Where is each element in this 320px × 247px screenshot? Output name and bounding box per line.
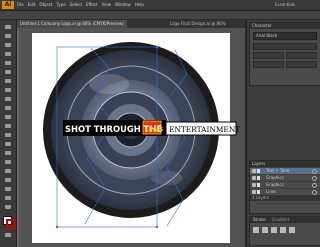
cap-square-icon[interactable] <box>271 227 277 233</box>
line-tool-icon[interactable] <box>4 60 12 66</box>
rotate-tool-icon[interactable] <box>4 105 12 111</box>
anchor-point-1[interactable] <box>155 45 159 49</box>
leading-field[interactable] <box>286 52 317 59</box>
tab-stroke[interactable]: Stroke <box>250 217 269 223</box>
pencil-tool-icon[interactable] <box>4 87 12 93</box>
vertical-ruler <box>17 28 19 247</box>
layer-row[interactable]: Lines <box>250 188 320 195</box>
menu-items: File Edit Object Type Select Effect View… <box>17 2 144 7</box>
logo-text-right: ENTERTAINMENT <box>169 125 240 134</box>
stroke-options-row <box>253 227 317 233</box>
logo-text-center: LENS <box>145 126 164 134</box>
layer-thumb-icon <box>257 176 260 180</box>
fill-stroke-swatch[interactable] <box>3 216 16 229</box>
eye-icon[interactable] <box>252 169 256 173</box>
layers-footer: 4 Layers <box>250 195 320 201</box>
character-panel-title: Character <box>250 23 320 29</box>
stroke-swatch[interactable] <box>6 219 16 229</box>
anchor-point-2[interactable] <box>55 225 59 229</box>
layer-label: Graphics <box>266 175 284 180</box>
menu-bar: Ai File Edit Object Type Select Effect V… <box>0 0 320 11</box>
layer-label: Text + Tone <box>266 168 290 173</box>
shape-builder-tool-icon[interactable] <box>4 141 12 147</box>
workspace-switcher[interactable]: Essentials <box>275 2 295 7</box>
menu-select[interactable]: Select <box>70 2 82 7</box>
font-size-field[interactable] <box>253 52 284 59</box>
rectangle-tool-icon[interactable] <box>4 69 12 75</box>
scale-tool-icon[interactable] <box>4 114 12 120</box>
tools-panel <box>0 20 17 247</box>
graph-tool-icon[interactable] <box>4 204 12 210</box>
screen-mode-icon[interactable] <box>4 232 12 238</box>
mesh-tool-icon[interactable] <box>4 159 12 165</box>
app-logo: Ai <box>2 1 14 9</box>
anchor-point-3[interactable] <box>155 225 159 229</box>
menu-object[interactable]: Object <box>39 2 52 7</box>
direct-selection-tool-icon[interactable] <box>4 33 12 39</box>
layer-thumb-icon <box>257 190 260 194</box>
layer-row[interactable]: Text + Tone <box>250 167 320 174</box>
document-tabs: Untitled-1 Company Logo.ai @ 86% (CMYK/P… <box>17 20 245 28</box>
logo-artwork[interactable]: SHOT THROUGH THE LENS ENTERTAINMENT <box>17 28 245 247</box>
layer-label: Graphics <box>266 182 284 187</box>
blend-tool-icon[interactable] <box>4 186 12 192</box>
lens-highlight-2 <box>151 171 183 185</box>
menu-file[interactable]: File <box>17 2 24 7</box>
layer-row[interactable]: Graphics <box>250 181 320 188</box>
menu-edit[interactable]: Edit <box>28 2 36 7</box>
perspective-grid-tool-icon[interactable] <box>4 150 12 156</box>
gradient-tool-icon[interactable] <box>4 168 12 174</box>
menu-type[interactable]: Type <box>56 2 65 7</box>
eraser-tool-icon[interactable] <box>4 96 12 102</box>
brush-tool-icon[interactable] <box>4 78 12 84</box>
character-metrics-row <box>253 52 317 59</box>
layer-thumb-icon <box>257 169 260 173</box>
selection-tool-icon[interactable] <box>4 24 12 30</box>
cap-round-icon[interactable] <box>262 227 268 233</box>
right-dock: Character Arial Black Layers Text + Tone… <box>246 20 320 247</box>
tab-gradient[interactable]: Gradient <box>269 217 292 223</box>
menu-effect[interactable]: Effect <box>86 2 98 7</box>
tab-document-1[interactable]: Untitled-1 Company Logo.ai @ 86% (CMYK/P… <box>17 20 127 28</box>
eye-icon[interactable] <box>252 176 256 180</box>
layer-row[interactable]: Graphics <box>250 174 320 181</box>
cap-butt-icon[interactable] <box>253 227 259 233</box>
canvas-area[interactable]: SHOT THROUGH THE LENS ENTERTAINMENT <box>17 28 245 247</box>
symbol-sprayer-tool-icon[interactable] <box>4 195 12 201</box>
free-transform-tool-icon[interactable] <box>4 132 12 138</box>
target-icon[interactable] <box>312 190 317 195</box>
eye-icon[interactable] <box>252 190 256 194</box>
layer-thumb-icon <box>257 183 260 187</box>
font-family-select[interactable]: Arial Black <box>253 32 317 40</box>
join-round-icon[interactable] <box>289 227 295 233</box>
font-style-select[interactable] <box>253 43 317 50</box>
tracking-field[interactable] <box>286 61 317 68</box>
character-panel: Character Arial Black <box>249 22 320 86</box>
lens-highlight-1 <box>89 74 129 94</box>
layer-label: Lines <box>266 189 277 194</box>
layers-panel: Layers Text + Tone Graphics Graphics Lin… <box>249 160 320 214</box>
eye-icon[interactable] <box>252 183 256 187</box>
join-miter-icon[interactable] <box>280 227 286 233</box>
character-metrics-row-2 <box>253 61 317 68</box>
menu-view[interactable]: View <box>102 2 112 7</box>
control-bar <box>0 11 320 19</box>
kerning-field[interactable] <box>253 61 284 68</box>
menu-help[interactable]: Help <box>135 2 144 7</box>
menu-window[interactable]: Window <box>115 2 131 7</box>
eyedropper-tool-icon[interactable] <box>4 177 12 183</box>
type-tool-icon[interactable] <box>4 51 12 57</box>
pen-tool-icon[interactable] <box>4 42 12 48</box>
tab-document-2[interactable]: Logo Final Design.ai @ 86% <box>167 20 228 28</box>
stroke-panel-tabs: Stroke Gradient <box>250 217 320 223</box>
stroke-panel: Stroke Gradient <box>249 216 320 246</box>
warp-tool-icon[interactable] <box>4 123 12 129</box>
